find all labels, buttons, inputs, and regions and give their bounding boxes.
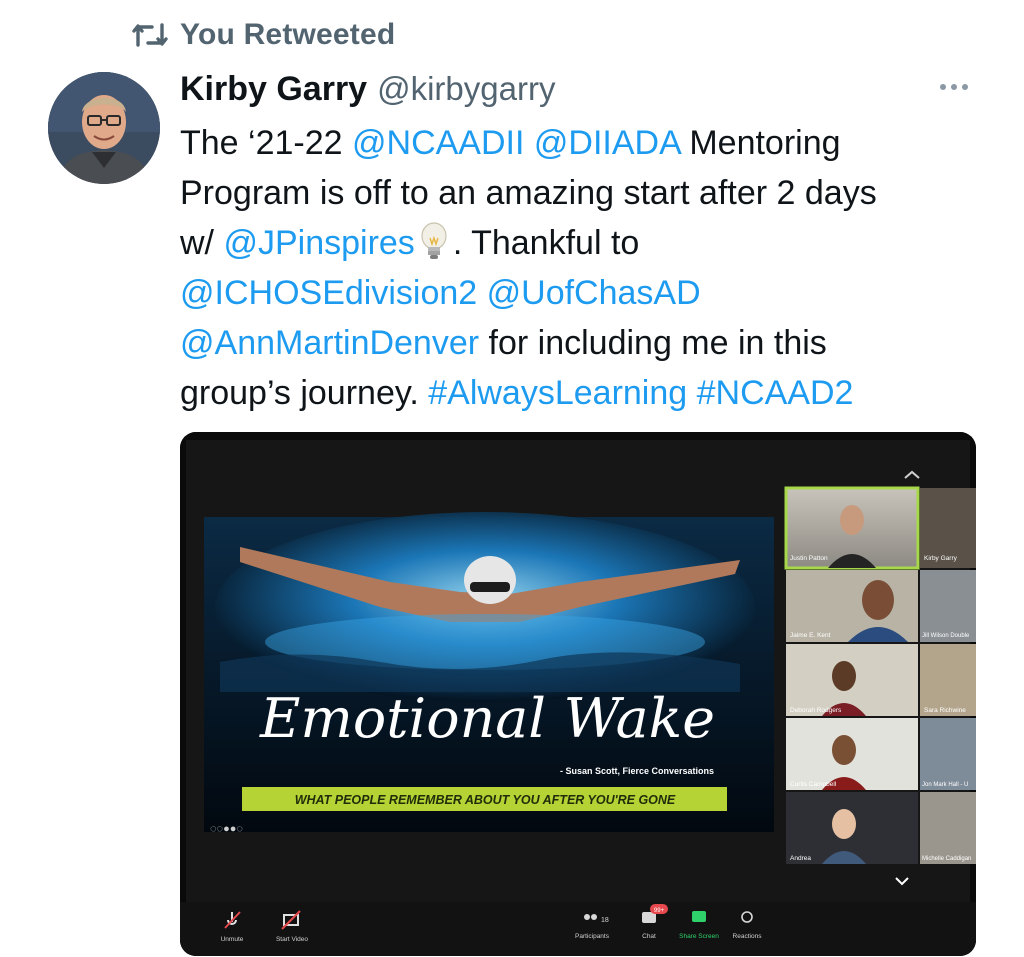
video-tile[interactable]: Justin Patton — [784, 486, 920, 570]
retweet-label: You Retweeted — [180, 18, 396, 51]
participants-icon — [584, 914, 590, 920]
tweet-text: The ‘21-22 @NCAADII @DIIADA Mentoring Pr… — [180, 118, 980, 418]
annotation-tools-icon[interactable]: ◌◌●●◌ — [210, 823, 243, 835]
video-tile[interactable]: Curtis Campbell — [786, 718, 918, 790]
mention-link[interactable]: @AnnMartinDenver — [180, 324, 479, 362]
tweet-line: group’s journey. #AlwaysLearning #NCAAD2 — [180, 368, 980, 418]
mention-link[interactable]: @UofChasAD — [487, 274, 701, 312]
video-tile[interactable]: Michelle Caddigan — [920, 792, 976, 864]
author-handle[interactable]: @kirbygarry — [377, 70, 555, 108]
video-tile[interactable]: Jaime E. Kent — [786, 570, 918, 642]
participant-name: Sara Richwine — [924, 707, 966, 714]
video-tile[interactable]: Andrea — [786, 792, 918, 864]
participant-name: Jill Wilson Double — [922, 633, 970, 639]
participant-gallery: Justin Patton Kirby Garry Jaime E. Kent … — [784, 470, 976, 886]
participant-name: Deborah Rodgers — [790, 707, 842, 714]
text-segment: w/ — [180, 224, 224, 262]
tweet-line: @AnnMartinDenver for including me in thi… — [180, 318, 980, 368]
author-name[interactable]: Kirby Garry — [180, 70, 367, 109]
slide-attribution: - Susan Scott, Fierce Conversations — [560, 766, 714, 776]
meeting-toolbar: Unmute Start Video 18 Participants 99+ C… — [180, 902, 976, 956]
participant-name: Jon Mark Hall - U — [922, 782, 968, 788]
mention-link[interactable]: @ICHOSEdivision2 — [180, 274, 477, 312]
text-segment: group’s journey. — [180, 374, 429, 412]
participants-count: 18 — [601, 917, 609, 924]
video-tile[interactable]: Jill Wilson Double — [920, 570, 976, 642]
hashtag-link[interactable]: #AlwaysLearning — [428, 374, 687, 412]
chat-label: Chat — [642, 933, 656, 940]
mention-link[interactable]: @NCAADII — [352, 124, 524, 162]
participant-name: Kirby Garry — [924, 555, 958, 562]
slide-title: Emotional Wake — [259, 687, 715, 750]
text-segment — [524, 124, 533, 162]
participant-name: Andrea — [790, 855, 811, 862]
mention-link[interactable]: @DIIADA — [534, 124, 680, 162]
more-options-icon[interactable] — [932, 72, 976, 102]
text-segment: Mentoring — [679, 124, 841, 162]
participant-name: Jaime E. Kent — [790, 632, 831, 639]
slide-banner: WHAT PEOPLE REMEMBER ABOUT YOU AFTER YOU… — [295, 793, 676, 807]
tweet-line: Program is off to an amazing start after… — [180, 174, 877, 212]
retweet-indicator: You Retweeted — [132, 18, 395, 52]
participant-name: Justin Patton — [790, 555, 828, 562]
video-tile[interactable]: Deborah Rodgers — [786, 644, 918, 716]
participants-label: Participants — [575, 933, 610, 940]
mention-link[interactable]: @JPinspires — [223, 224, 414, 262]
avatar[interactable] — [48, 72, 160, 184]
tweet-header: Kirby Garry @kirbygarry — [180, 70, 555, 109]
tweet-line: w/ @JPinspires . Thankful to — [180, 218, 980, 268]
video-tile[interactable]: Sara Richwine — [920, 644, 976, 716]
participant-name: Michelle Caddigan — [922, 856, 971, 862]
reactions-label: Reactions — [733, 933, 763, 940]
participant-name: Curtis Campbell — [790, 781, 837, 788]
unmute-label: Unmute — [221, 936, 244, 943]
lightbulb-emoji-icon — [419, 222, 449, 262]
text-segment: The ‘21-22 — [180, 124, 352, 162]
video-tile[interactable]: Jon Mark Hall - U — [920, 718, 976, 790]
text-segment — [477, 274, 486, 312]
video-tile[interactable]: Kirby Garry — [920, 488, 976, 568]
text-segment: . Thankful to — [452, 224, 640, 262]
hashtag-link[interactable]: #NCAAD2 — [697, 374, 854, 412]
text-segment: for including me in this — [479, 324, 827, 362]
tweet-media-photo[interactable]: Emotional Wake - Susan Scott, Fierce Con… — [180, 432, 976, 956]
text-segment — [687, 374, 696, 412]
presentation-slide: Emotional Wake - Susan Scott, Fierce Con… — [204, 512, 774, 835]
share-screen-label: Share Screen — [679, 933, 719, 940]
chat-badge: 99+ — [654, 908, 665, 914]
tweet-line: @ICHOSEdivision2 @UofChasAD — [180, 268, 980, 318]
retweet-icon — [132, 21, 168, 49]
tweet-line: The ‘21-22 @NCAADII @DIIADA Mentoring — [180, 118, 980, 168]
start-video-label: Start Video — [276, 936, 308, 943]
share-screen-icon — [692, 911, 706, 922]
